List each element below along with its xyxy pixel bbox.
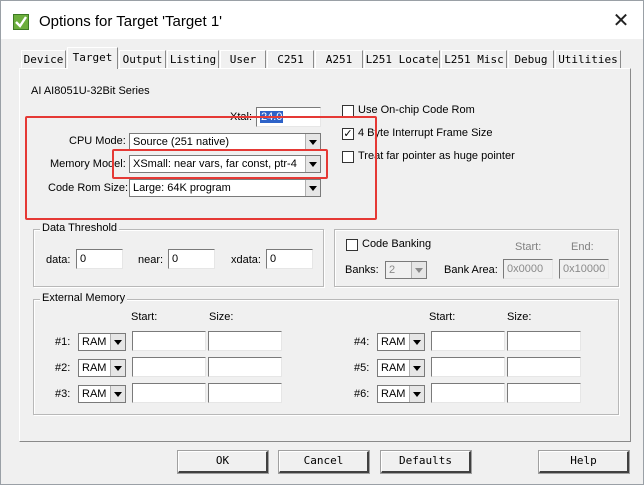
close-icon[interactable]: ✕ (609, 9, 633, 33)
chevron-down-icon[interactable] (409, 360, 424, 376)
chevron-down-icon[interactable] (110, 334, 125, 350)
near-label: near: (138, 254, 164, 266)
highlight-box-memory-model (112, 149, 328, 179)
ext-row-label: #2: (55, 362, 71, 374)
tab-l251-misc[interactable]: L251 Misc (441, 50, 507, 68)
xdata-label: xdata: (231, 254, 261, 266)
ext-row-label: #5: (354, 362, 370, 374)
app-icon (13, 14, 29, 30)
ext-mem-type-select[interactable]: RAM (377, 359, 425, 377)
chevron-down-icon[interactable] (110, 386, 125, 402)
tab-device[interactable]: Device (21, 50, 66, 68)
bank-start-input[interactable]: 0x0000 (503, 259, 553, 279)
code-banking-label: Code Banking (362, 238, 432, 250)
xdata-threshold-input[interactable]: 0 (266, 249, 313, 269)
ext-mem-start-input[interactable] (132, 357, 206, 377)
data-label: data: (46, 254, 71, 266)
ext-row-label: #3: (55, 388, 71, 400)
ext-row-label: #6: (354, 388, 370, 400)
device-name: AI AI8051U-32Bit Series (31, 85, 150, 97)
ext-mem-size-input[interactable] (208, 357, 282, 377)
help-button[interactable]: Help (538, 450, 630, 474)
bank-end-header: End: (571, 241, 594, 253)
tab-user[interactable]: User (220, 50, 266, 68)
data-threshold-title: Data Threshold (40, 222, 120, 234)
ext-mem-type-select[interactable]: RAM (78, 359, 126, 377)
tab-c251[interactable]: C251 (267, 50, 314, 68)
ext-mem-size-input[interactable] (507, 383, 581, 403)
bank-start-header: Start: (515, 241, 542, 253)
ext-mem-type-select[interactable]: RAM (377, 385, 425, 403)
far-pointer-huge-label: Treat far pointer as huge pointer (358, 150, 515, 162)
bank-area-label: Bank Area: (444, 264, 498, 276)
chevron-down-icon[interactable] (409, 386, 424, 402)
banks-label: Banks: (345, 264, 379, 276)
ext-mem-type-select[interactable]: RAM (377, 333, 425, 351)
bank-end-input[interactable]: 0x10000 (559, 259, 609, 279)
tab-utilities[interactable]: Utilities (555, 50, 621, 68)
tab-debug[interactable]: Debug (508, 50, 554, 68)
title-bar: Options for Target 'Target 1' ✕ (1, 1, 643, 39)
ext-mem-size-input[interactable] (507, 357, 581, 377)
ext-mem-type-select[interactable]: RAM (78, 333, 126, 351)
ext-mem-size-input[interactable] (208, 383, 282, 403)
defaults-button[interactable]: Defaults (380, 450, 472, 474)
tab-l251-locate[interactable]: L251 Locate (364, 50, 440, 68)
tab-listing[interactable]: Listing (167, 50, 219, 68)
ext-mem-size-input[interactable] (507, 331, 581, 351)
ext-row-label: #4: (354, 336, 370, 348)
tab-output[interactable]: Output (119, 50, 166, 68)
ext-mem-start-input[interactable] (431, 331, 505, 351)
chevron-down-icon[interactable] (411, 262, 426, 278)
ext-mem-start-input[interactable] (431, 357, 505, 377)
ext-mem-start-input[interactable] (431, 383, 505, 403)
four-byte-interrupt-label: 4 Byte Interrupt Frame Size (358, 127, 493, 139)
code-banking-checkbox[interactable] (346, 239, 358, 251)
chevron-down-icon[interactable] (110, 360, 125, 376)
ext-mem-start-input[interactable] (132, 383, 206, 403)
on-chip-code-rom-label: Use On-chip Code Rom (358, 104, 475, 116)
ext-mem-type-select[interactable]: RAM (78, 385, 126, 403)
ext-size-header-left: Size: (209, 311, 234, 323)
ok-button[interactable]: OK (177, 450, 269, 474)
tab-a251[interactable]: A251 (315, 50, 363, 68)
data-threshold-input[interactable]: 0 (76, 249, 123, 269)
ext-row-label: #1: (55, 336, 71, 348)
banks-select[interactable]: 2 (385, 261, 427, 279)
ext-mem-size-input[interactable] (208, 331, 282, 351)
ext-start-header-left: Start: (131, 311, 158, 323)
window-title: Options for Target 'Target 1' (39, 13, 223, 30)
near-threshold-input[interactable]: 0 (168, 249, 215, 269)
ext-start-header-right: Start: (429, 311, 456, 323)
ext-mem-start-input[interactable] (132, 331, 206, 351)
external-memory-title: External Memory (40, 292, 128, 304)
options-dialog: Options for Target 'Target 1' ✕ Device T… (0, 0, 644, 485)
chevron-down-icon[interactable] (409, 334, 424, 350)
ext-size-header-right: Size: (507, 311, 532, 323)
cancel-button[interactable]: Cancel (278, 450, 370, 474)
tab-target[interactable]: Target (67, 47, 118, 69)
